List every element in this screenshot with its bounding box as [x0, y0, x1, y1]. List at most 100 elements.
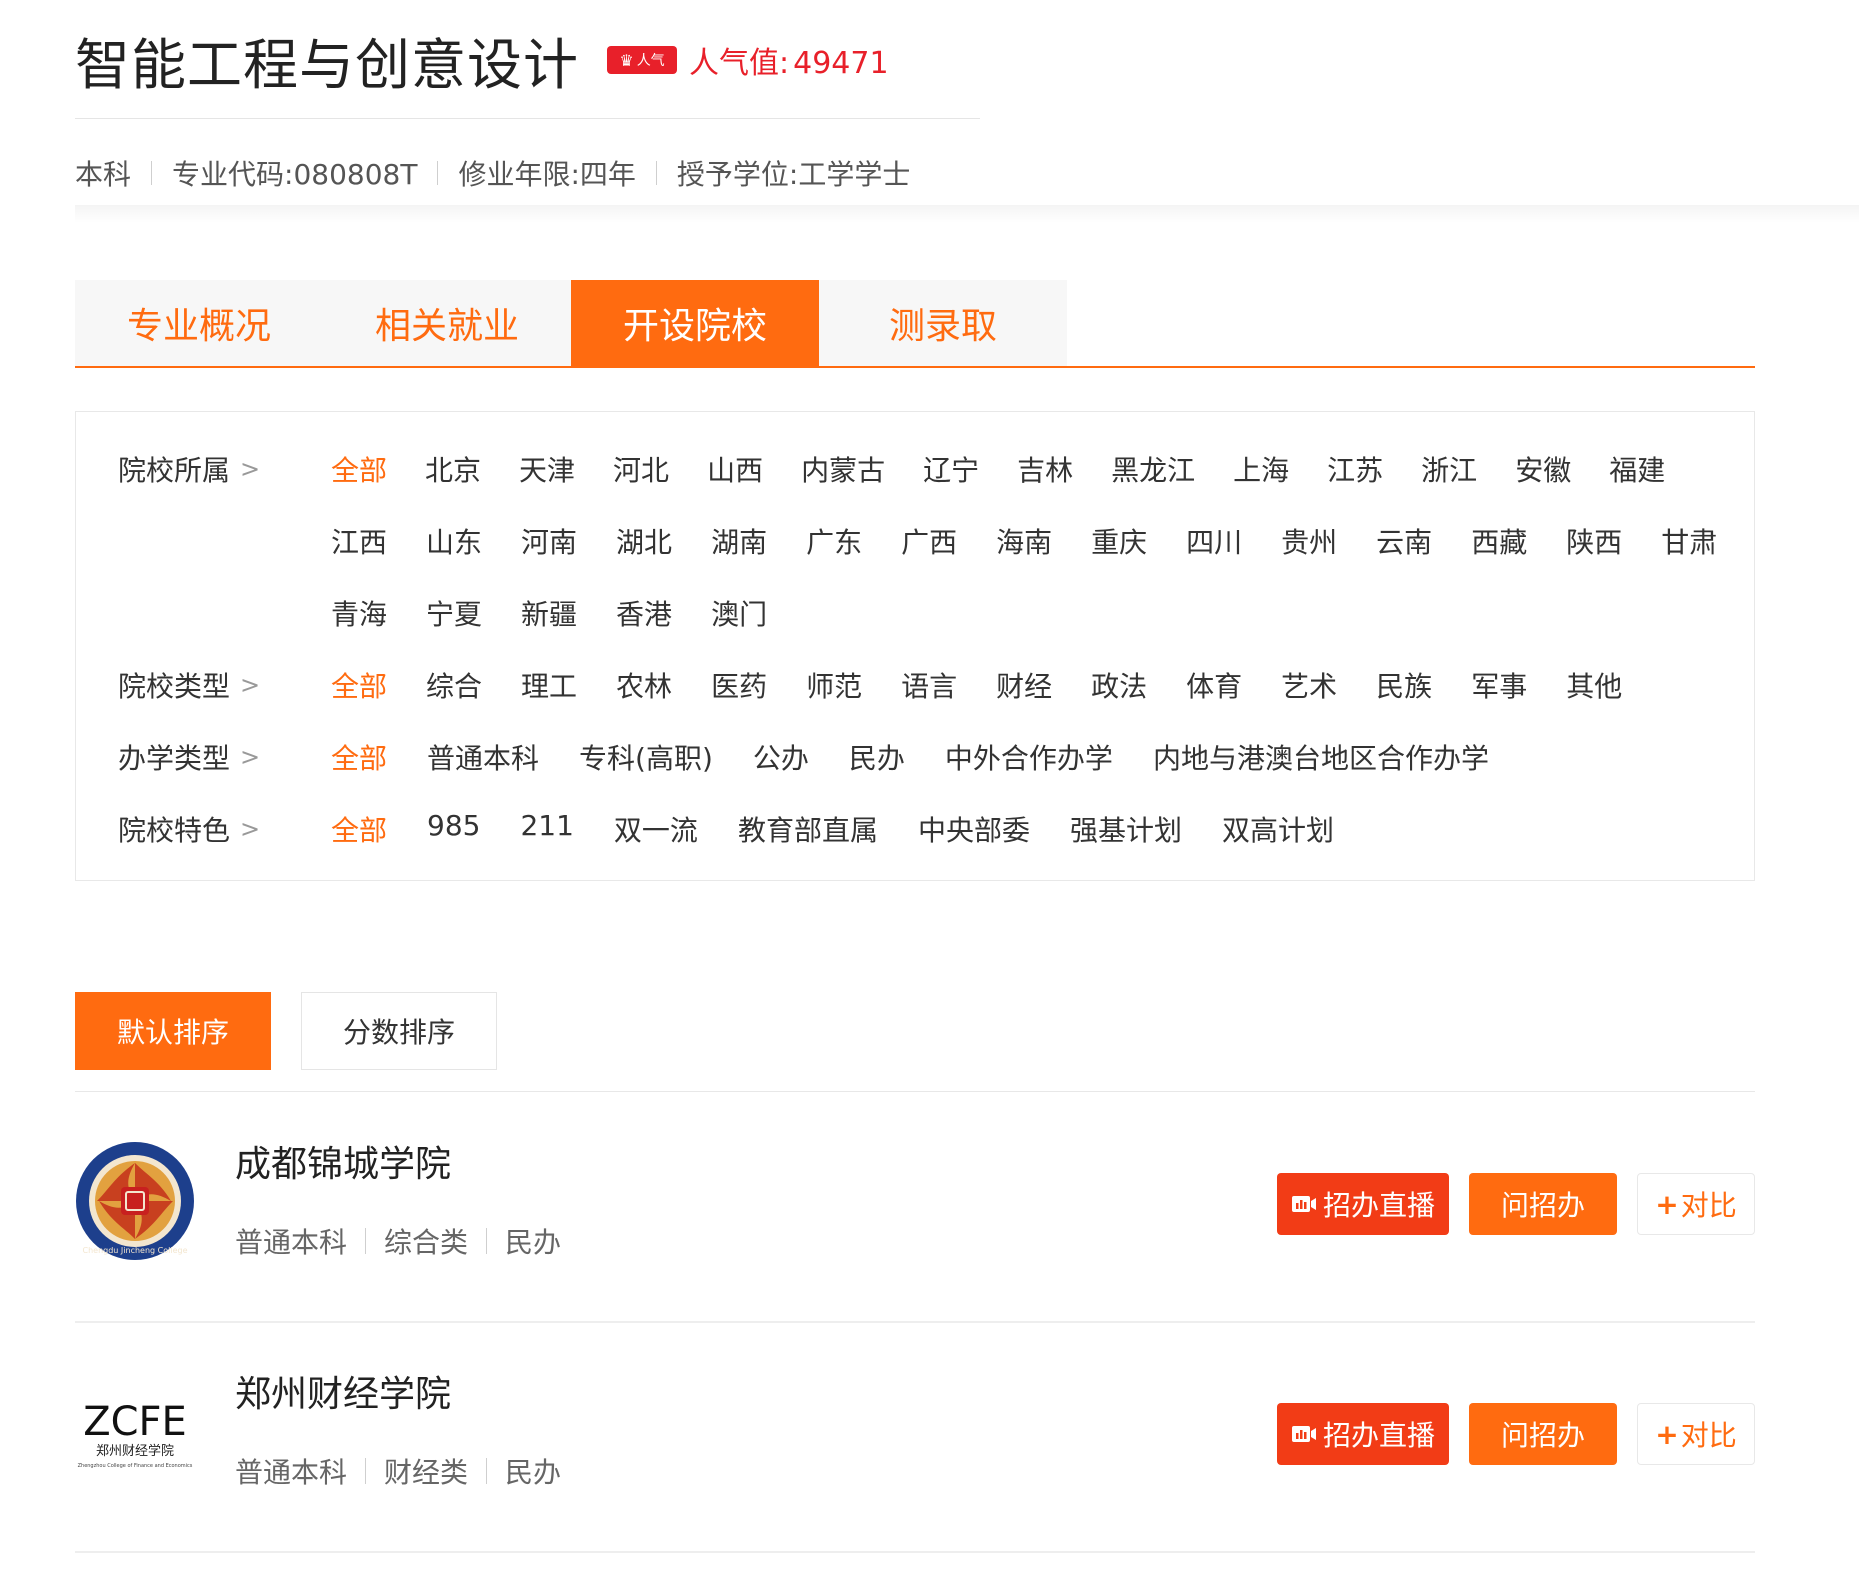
school-tag-category: 综合类 — [384, 1226, 469, 1259]
filter-label-feature[interactable]: 院校特色 > — [118, 809, 278, 849]
filter-option-region[interactable]: 甘肃 — [1661, 521, 1717, 561]
filter-label-school-type[interactable]: 院校类型 > — [118, 665, 278, 705]
filter-option-school_type[interactable]: 语言 — [901, 665, 957, 705]
filter-option-region[interactable]: 黑龙江 — [1111, 449, 1195, 489]
meta-degree: 授予学位:工学学士 — [676, 158, 911, 191]
filter-option-region[interactable]: 重庆 — [1091, 521, 1147, 561]
filter-option-feature[interactable]: 教育部直属 — [738, 809, 878, 849]
filter-option-school_type[interactable]: 民族 — [1376, 665, 1432, 705]
filter-option-region[interactable]: 内蒙古 — [801, 449, 885, 489]
filter-option-school_type[interactable]: 理工 — [521, 665, 577, 705]
filter-option-region[interactable]: 福建 — [1609, 449, 1665, 489]
filter-label-region[interactable]: 院校所属 > — [118, 449, 278, 489]
filter-option-region[interactable]: 宁夏 — [426, 593, 482, 633]
filter-option-region[interactable]: 天津 — [519, 449, 575, 489]
compare-button[interactable]: + 对比 — [1637, 1403, 1755, 1465]
filter-option-region[interactable]: 澳门 — [711, 593, 767, 633]
filter-option-feature[interactable]: 全部 — [331, 809, 387, 849]
tag-separator — [365, 1458, 367, 1484]
school-actions: 招办直播 问招办 + 对比 — [1277, 1173, 1755, 1235]
filter-option-run_type[interactable]: 普通本科 — [427, 737, 539, 777]
filter-option-region[interactable]: 香港 — [616, 593, 672, 633]
filter-option-region[interactable]: 湖南 — [711, 521, 767, 561]
filter-option-run_type[interactable]: 公办 — [753, 737, 809, 777]
filter-option-school_type[interactable]: 体育 — [1186, 665, 1242, 705]
filter-option-school_type[interactable]: 医药 — [711, 665, 767, 705]
school-tags: 普通本科 财经类 民办 — [235, 1451, 561, 1491]
school-name[interactable]: 郑州财经学院 — [235, 1365, 451, 1417]
filter-option-region[interactable]: 辽宁 — [923, 449, 979, 489]
live-stream-button[interactable]: 招办直播 — [1277, 1403, 1449, 1465]
filter-option-school_type[interactable]: 全部 — [331, 665, 387, 705]
sort-score-button[interactable]: 分数排序 — [301, 992, 497, 1070]
filter-option-region[interactable]: 山东 — [426, 521, 482, 561]
popularity: 人气值: 49471 — [689, 38, 889, 82]
filter-option-feature[interactable]: 强基计划 — [1070, 809, 1182, 849]
filter-option-school_type[interactable]: 军事 — [1471, 665, 1527, 705]
filter-option-region[interactable]: 四川 — [1186, 521, 1242, 561]
filter-option-region[interactable]: 贵州 — [1281, 521, 1337, 561]
ask-admissions-button[interactable]: 问招办 — [1469, 1173, 1617, 1235]
hot-badge-label: 人气 — [636, 53, 665, 69]
filter-option-school_type[interactable]: 财经 — [996, 665, 1052, 705]
filter-option-region[interactable]: 北京 — [425, 449, 481, 489]
filter-label-run-type[interactable]: 办学类型 > — [118, 737, 278, 777]
filter-option-region[interactable]: 青海 — [331, 593, 387, 633]
school-logo: ZCFE 郑州财经学院 Zhengzhou College of Finance… — [78, 1399, 193, 1469]
filter-option-run_type[interactable]: 内地与港澳台地区合作办学 — [1153, 737, 1489, 777]
filter-option-run_type[interactable]: 专科(高职) — [579, 737, 713, 777]
filter-option-region[interactable]: 江西 — [331, 521, 387, 561]
chevron-right-icon: > — [240, 455, 261, 483]
sort-divider — [75, 1091, 1755, 1092]
filter-option-school_type[interactable]: 艺术 — [1281, 665, 1337, 705]
filter-panel: 院校所属 > 全部 北京 天津 河北 山西 内蒙古 辽宁 吉林 黑龙江 上海 江苏 浙江 安徽 福建 江西… — [75, 411, 1755, 881]
live-video-icon — [1291, 1426, 1316, 1442]
filter-option-region[interactable]: 浙江 — [1421, 449, 1477, 489]
page-title: 智能工程与创意设计 — [75, 33, 580, 97]
filter-option-region[interactable]: 河北 — [613, 449, 669, 489]
filter-option-feature[interactable]: 双高计划 — [1222, 809, 1334, 849]
filter-option-region[interactable]: 海南 — [996, 521, 1052, 561]
filter-option-region[interactable]: 云南 — [1376, 521, 1432, 561]
meta-separator — [655, 161, 657, 185]
school-name[interactable]: 成都锦城学院 — [235, 1135, 451, 1187]
filter-option-region[interactable]: 新疆 — [521, 593, 577, 633]
tab-overview[interactable]: 专业概况 — [75, 280, 323, 366]
tab-admission-test[interactable]: 测录取 — [819, 280, 1067, 366]
filter-option-region[interactable]: 湖北 — [616, 521, 672, 561]
tab-employment[interactable]: 相关就业 — [323, 280, 571, 366]
filter-option-feature[interactable]: 211 — [520, 809, 573, 849]
logo-text: Chengdu Jincheng College — [83, 1246, 188, 1255]
filter-option-region[interactable]: 全部 — [331, 449, 387, 489]
filter-option-region[interactable]: 西藏 — [1471, 521, 1527, 561]
filter-option-region[interactable]: 安徽 — [1515, 449, 1571, 489]
meta-separator — [437, 161, 439, 185]
ask-admissions-button[interactable]: 问招办 — [1469, 1403, 1617, 1465]
filter-option-region[interactable]: 河南 — [521, 521, 577, 561]
filter-option-school_type[interactable]: 师范 — [806, 665, 862, 705]
filter-option-region[interactable]: 吉林 — [1017, 449, 1073, 489]
filter-option-region[interactable]: 江苏 — [1327, 449, 1383, 489]
filter-option-school_type[interactable]: 政法 — [1091, 665, 1147, 705]
filter-option-region[interactable]: 上海 — [1233, 449, 1289, 489]
filter-option-region[interactable]: 陕西 — [1566, 521, 1622, 561]
feature-options: 全部 985 211 双一流 教育部直属 中央部委 强基计划 双高计划 — [331, 809, 1374, 849]
filter-option-school_type[interactable]: 综合 — [426, 665, 482, 705]
filter-option-run_type[interactable]: 中外合作办学 — [945, 737, 1113, 777]
filter-option-feature[interactable]: 双一流 — [614, 809, 698, 849]
filter-option-region[interactable]: 山西 — [707, 449, 763, 489]
compare-button[interactable]: + 对比 — [1637, 1173, 1755, 1235]
compare-label: 对比 — [1680, 1419, 1737, 1452]
filter-option-region[interactable]: 广东 — [806, 521, 862, 561]
tab-schools[interactable]: 开设院校 — [571, 280, 819, 366]
filter-option-school_type[interactable]: 农林 — [616, 665, 672, 705]
filter-option-feature[interactable]: 中央部委 — [918, 809, 1030, 849]
filter-option-region[interactable]: 广西 — [901, 521, 957, 561]
filter-option-run_type[interactable]: 全部 — [331, 737, 387, 777]
filter-option-school_type[interactable]: 其他 — [1566, 665, 1622, 705]
live-stream-button[interactable]: 招办直播 — [1277, 1173, 1449, 1235]
sort-default-button[interactable]: 默认排序 — [75, 992, 271, 1070]
filter-option-feature[interactable]: 985 — [427, 809, 480, 849]
filter-option-run_type[interactable]: 民办 — [849, 737, 905, 777]
title-row: 智能工程与创意设计 ♛ 人气 人气值: 49471 — [75, 20, 980, 100]
